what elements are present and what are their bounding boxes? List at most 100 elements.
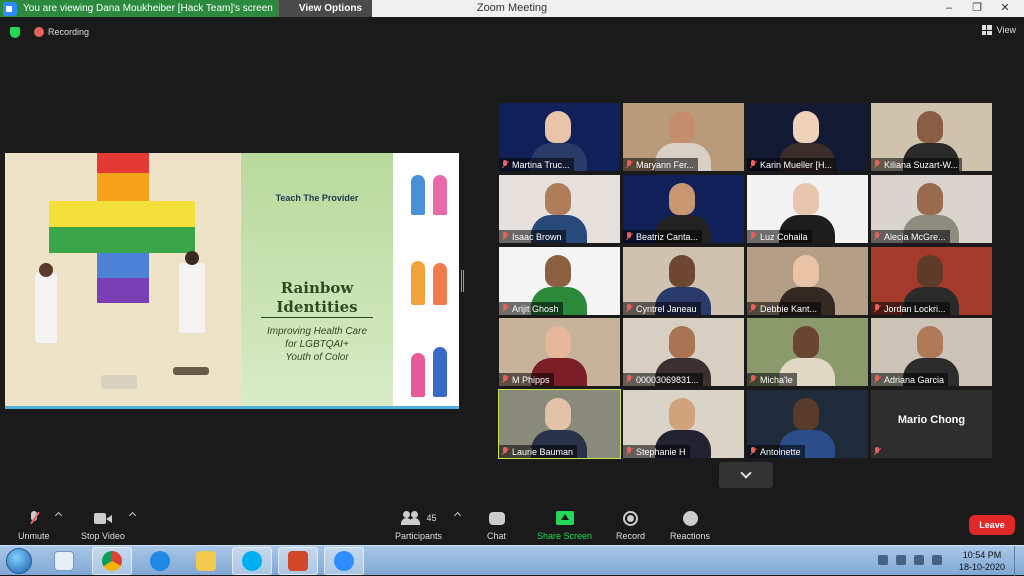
participant-tile[interactable]: M Phipps <box>499 318 620 386</box>
participant-tile[interactable]: Antoinette <box>747 390 868 458</box>
participant-name-tag: Laurie Bauman <box>499 445 578 458</box>
participant-name-tag: Martina Truc... <box>499 158 574 171</box>
record-label: Record <box>616 531 646 541</box>
taskbar-skype[interactable] <box>232 547 272 575</box>
grid-view-icon <box>981 25 992 35</box>
participant-face <box>669 398 695 430</box>
security-shield-icon[interactable] <box>10 27 20 38</box>
participant-tile[interactable]: Cyntrel Janeau <box>623 247 744 315</box>
taskbar-internet-explorer[interactable] <box>140 547 180 575</box>
taskbar-file-explorer[interactable] <box>186 547 226 575</box>
network-icon[interactable] <box>896 555 906 565</box>
participant-face <box>917 111 943 143</box>
participant-face <box>669 255 695 287</box>
slide-kicker: Teach The Provider <box>275 193 359 203</box>
participant-tile[interactable]: Isaac Brown <box>499 175 620 243</box>
splitter-handle[interactable] <box>461 270 464 292</box>
record-button[interactable]: Record <box>616 509 645 541</box>
show-desktop-button[interactable] <box>1014 546 1024 576</box>
muted-mic-icon <box>873 232 881 241</box>
taskbar-clock[interactable]: 10:54 PM 18-10-2020 <box>958 549 1006 573</box>
participant-tile[interactable]: Jordan Lockri... <box>871 247 992 315</box>
participant-name-tag: Jordan Lockri... <box>871 302 950 315</box>
step-stool <box>173 367 209 375</box>
view-options-button[interactable]: View Options <box>277 0 372 17</box>
doctor-figure-left <box>35 273 57 343</box>
participant-tile[interactable]: Micha'le <box>747 318 868 386</box>
participant-face <box>545 111 571 143</box>
windows-taskbar: 10:54 PM 18-10-2020 <box>0 545 1024 576</box>
participant-face <box>545 255 571 287</box>
youth-figure <box>433 347 447 397</box>
participant-tile[interactable]: Beatriz Canta... <box>623 175 744 243</box>
taskbar-chrome[interactable] <box>92 547 132 575</box>
participant-tile[interactable]: Martina Truc... <box>499 103 620 171</box>
rainbow-cross-illustration <box>5 153 241 409</box>
participants-button[interactable]: 45 Participants <box>395 509 442 541</box>
participant-name: Karin Mueller [H... <box>760 159 833 170</box>
title-divider <box>261 317 373 318</box>
share-screen-button[interactable]: Share Screen <box>537 509 592 541</box>
audio-options-caret[interactable] <box>54 511 63 520</box>
taskbar-zoom[interactable] <box>324 547 364 575</box>
participant-tile[interactable]: Karin Mueller [H... <box>747 103 868 171</box>
youth-figure <box>411 353 425 397</box>
unmute-button[interactable]: Unmute <box>18 509 50 541</box>
participant-tile[interactable]: Debbie Kant... <box>747 247 868 315</box>
tray-arrow-icon[interactable] <box>878 555 888 565</box>
participant-name: 00003069831... <box>636 374 699 385</box>
shared-screen: Teach The Provider Rainbow Identities Im… <box>5 153 459 409</box>
chat-button[interactable]: Chat <box>487 509 506 541</box>
participant-face <box>545 183 571 215</box>
participant-tile[interactable]: 00003069831... <box>623 318 744 386</box>
chrome-icon <box>102 551 122 571</box>
painter-head-right <box>185 251 199 265</box>
view-label: View <box>996 25 1016 35</box>
participant-face <box>669 183 695 215</box>
video-options-caret[interactable] <box>128 511 137 520</box>
participant-name: Jordan Lockri... <box>884 303 946 314</box>
leave-meeting-button[interactable]: Leave <box>969 515 1015 535</box>
participant-tile[interactable]: Stephanie H <box>623 390 744 458</box>
view-layout-button[interactable]: View <box>981 25 1016 35</box>
windows-start-icon[interactable] <box>6 548 32 574</box>
youth-figure <box>433 263 447 305</box>
muted-mic-icon <box>501 447 509 456</box>
participant-tile[interactable]: Maryann Fer... <box>623 103 744 171</box>
muted-mic-icon <box>501 375 509 384</box>
participant-tile[interactable]: Arijit Ghosh <box>499 247 620 315</box>
participant-face <box>793 111 819 143</box>
participant-face <box>669 326 695 358</box>
close-window-button[interactable]: ✕ <box>992 0 1018 17</box>
participant-name: Stephanie H <box>636 446 686 457</box>
reactions-button[interactable]: Reactions <box>670 509 710 541</box>
participant-tile[interactable]: Kiliana Suzart-W... <box>871 103 992 171</box>
participant-tile[interactable]: Laurie Bauman <box>498 389 621 459</box>
stop-video-button[interactable]: Stop Video <box>81 509 125 541</box>
taskbar-explorer-window[interactable] <box>44 547 84 575</box>
maximize-button[interactable]: ❐ <box>964 0 990 17</box>
viewing-banner-text: You are viewing Dana Moukheiber [Hack Te… <box>23 3 273 14</box>
participant-tile[interactable]: Luz Cohaila <box>747 175 868 243</box>
video-camera-icon <box>93 512 112 524</box>
participant-face <box>917 326 943 358</box>
record-icon <box>623 510 638 526</box>
signal-icon[interactable] <box>914 555 924 565</box>
participant-name-tag: Isaac Brown <box>499 230 566 243</box>
participant-tile[interactable]: Mario Chong <box>871 390 992 458</box>
youth-figure <box>433 175 447 215</box>
participant-face <box>917 255 943 287</box>
slide-subtitle: Improving Health Care for LGBTQAI+ Youth… <box>251 325 383 364</box>
muted-mic-icon <box>749 304 757 313</box>
gallery-next-page-button[interactable] <box>719 462 773 488</box>
participant-name: Antoinette <box>760 446 801 457</box>
speaker-icon[interactable] <box>932 555 942 565</box>
participants-options-caret[interactable] <box>453 511 462 520</box>
taskbar-powerpoint[interactable] <box>278 547 318 575</box>
internet-explorer-icon <box>150 551 170 571</box>
participant-name-tag: Micha'le <box>747 373 797 386</box>
participant-tile[interactable]: Adriana Garcia <box>871 318 992 386</box>
stop-video-label: Stop Video <box>81 531 125 541</box>
minimize-button[interactable]: – <box>936 0 962 17</box>
participant-tile[interactable]: Alecia McGre... <box>871 175 992 243</box>
